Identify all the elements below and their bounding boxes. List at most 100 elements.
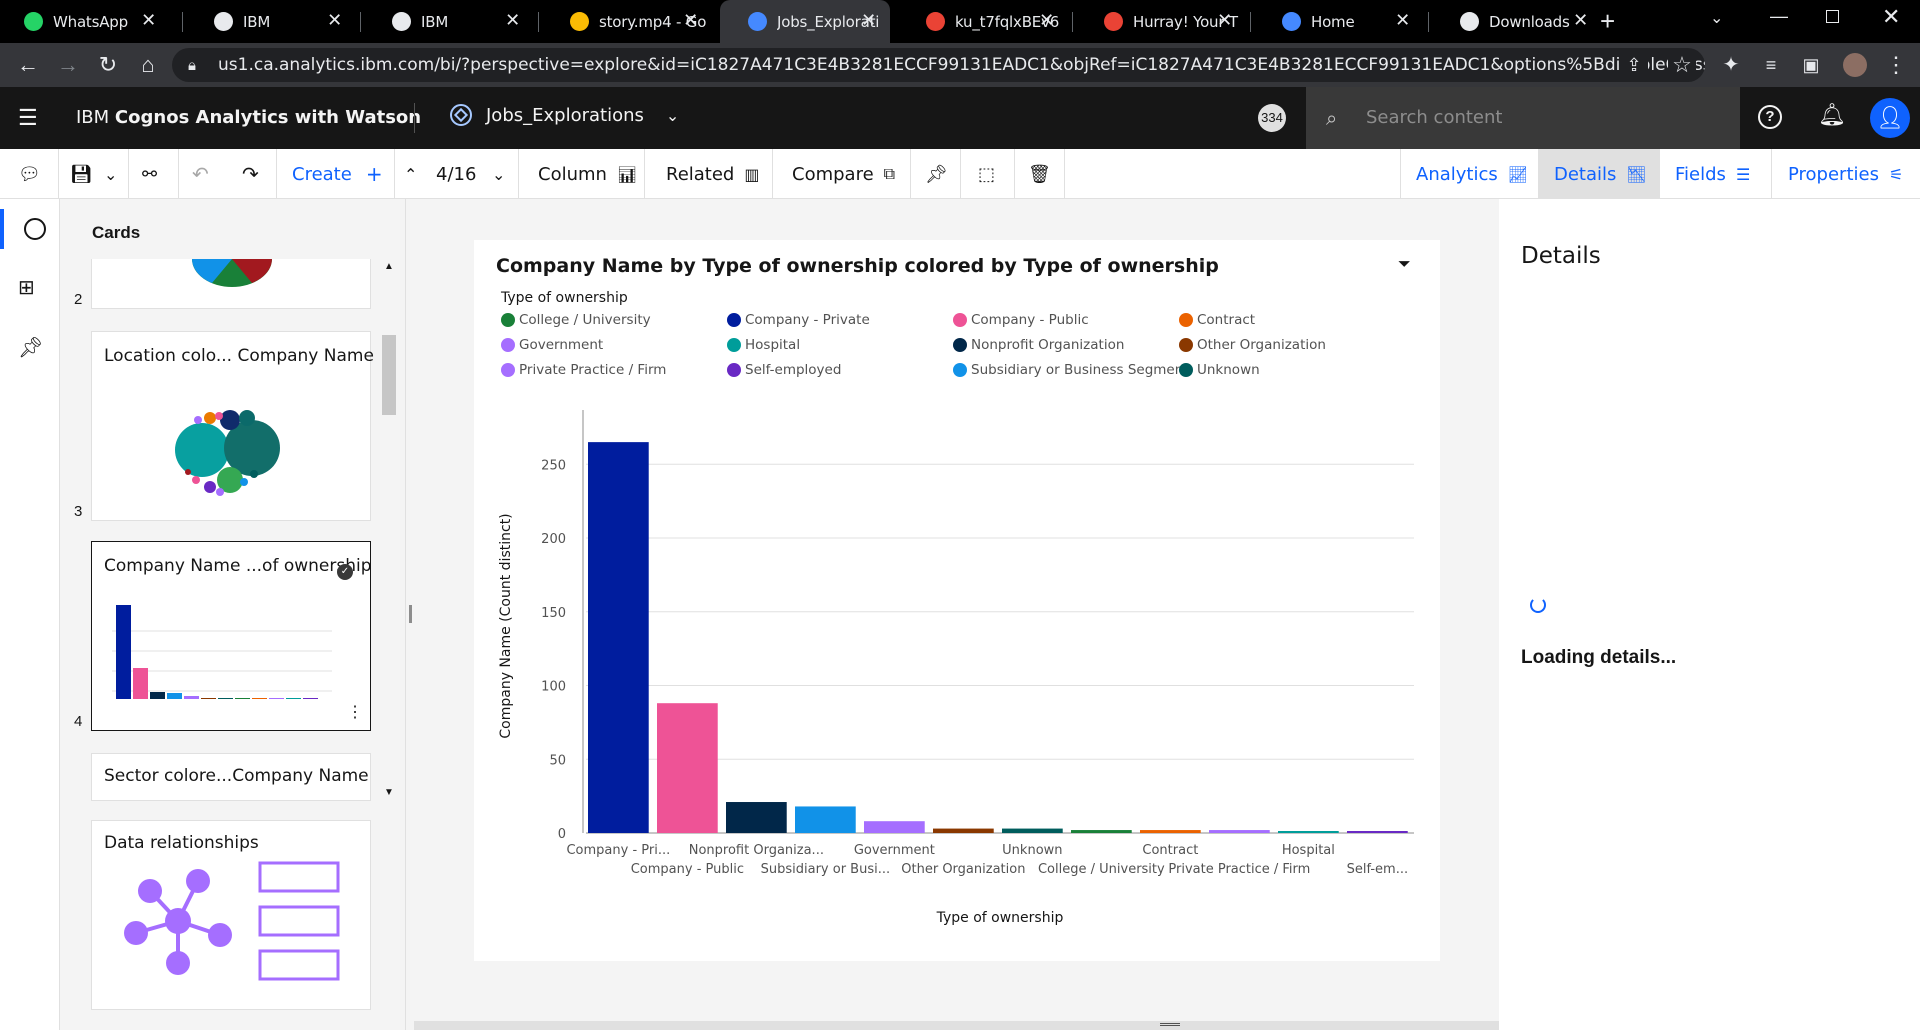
browser-tab[interactable]: story.mp4 - Go ✕ — [542, 0, 712, 43]
close-tab-icon[interactable]: ✕ — [1573, 10, 1588, 31]
bar[interactable] — [657, 703, 718, 833]
tab-separator — [1250, 12, 1251, 32]
bar[interactable] — [1140, 830, 1201, 833]
save-icon[interactable]: 💾︎ — [70, 149, 93, 199]
browser-tab[interactable]: ku_t7fqlxBEv6 ✕ — [898, 0, 1068, 43]
bar[interactable] — [933, 828, 994, 833]
close-tab-icon[interactable]: ✕ — [141, 10, 156, 31]
back-icon[interactable]: ← — [14, 52, 42, 78]
browser-tab[interactable]: Jobs_Explorati ✕ — [720, 0, 890, 43]
google-photos-icon — [926, 12, 945, 31]
restore-button[interactable] — [1826, 10, 1839, 23]
bar[interactable] — [1209, 830, 1270, 833]
close-tab-icon[interactable]: ✕ — [683, 10, 698, 31]
tab-properties[interactable]: Properties ⚟ — [1788, 149, 1903, 199]
compare-button[interactable]: Compare ⧉ — [792, 149, 895, 199]
bar[interactable] — [864, 821, 925, 833]
side-panel-icon[interactable]: ▣ — [1797, 52, 1825, 78]
share-network-icon[interactable]: ⚯ — [142, 149, 157, 199]
reload-icon[interactable]: ↻ — [94, 52, 122, 78]
url-input[interactable]: 🔒︎ us1.ca.analytics.ibm.com/bi/?perspect… — [172, 48, 1705, 82]
tab-separator — [1072, 12, 1073, 32]
chevron-down-icon[interactable]: ⌄ — [666, 106, 679, 125]
y-tick-label: 250 — [541, 458, 566, 473]
bar[interactable] — [1347, 831, 1408, 833]
rail-hierarchy-icon[interactable]: ⊞ — [18, 275, 35, 300]
rail-pin-icon[interactable]: 📌︎ — [18, 335, 43, 360]
cards-scrollbar[interactable]: ▲ ▼ — [382, 261, 396, 801]
trash-icon[interactable]: 🗑︎ — [1028, 149, 1051, 199]
bar[interactable] — [1278, 831, 1339, 833]
profile-avatar[interactable] — [1843, 53, 1867, 77]
create-button[interactable]: Create + — [292, 149, 383, 199]
chevron-up-icon[interactable]: ⌃ — [404, 149, 417, 199]
minimize-button[interactable]: — — [1770, 6, 1788, 27]
home-icon[interactable]: ⌂ — [134, 52, 162, 78]
chart-card[interactable]: Company Name by Type of ownership colore… — [474, 240, 1440, 961]
redo-icon[interactable]: ↷ — [242, 149, 259, 199]
card-thumbnail[interactable]: Sector colore...Company Name — [91, 753, 371, 801]
scroll-up-icon[interactable]: ▲ — [384, 261, 394, 272]
card-thumbnail[interactable] — [91, 259, 371, 309]
new-tab-button[interactable]: + — [1600, 6, 1615, 37]
tab-fields[interactable]: Fields ☰ — [1675, 149, 1750, 199]
exploration-switcher[interactable]: Jobs_Explorations ⌄ — [450, 104, 679, 126]
x-tick-label: Government — [854, 843, 935, 858]
card-thumbnail[interactable]: Location colo... Company Name — [91, 331, 374, 521]
exploration-name: Jobs_Explorations — [486, 104, 644, 126]
bookmark-star-icon[interactable]: ☆ — [1668, 52, 1696, 78]
comment-icon[interactable]: 💬︎ — [18, 149, 41, 199]
share-icon[interactable]: ⇪ — [1620, 52, 1648, 78]
browser-tab[interactable]: IBM ✕ — [186, 0, 356, 43]
extensions-icon[interactable]: ✦ — [1717, 52, 1745, 78]
panel-splitter[interactable] — [405, 199, 414, 1030]
browser-tab[interactable]: Downloads ✕ — [1432, 0, 1602, 43]
close-window-button[interactable]: ✕ — [1882, 4, 1900, 30]
help-icon[interactable]: ? — [1758, 105, 1782, 129]
forward-icon[interactable]: → — [54, 52, 82, 78]
scroll-thumb[interactable] — [382, 335, 396, 415]
tab-search-icon[interactable]: ⌄ — [1710, 8, 1723, 28]
hamburger-menu-icon[interactable]: ☰ — [18, 105, 38, 131]
card-overflow-menu-icon[interactable]: ⋮ — [347, 702, 363, 722]
user-avatar-icon[interactable]: 👤︎ — [1870, 98, 1910, 138]
browser-tab[interactable]: WhatsApp ✕ — [0, 0, 170, 43]
bar[interactable] — [1071, 830, 1132, 833]
close-tab-icon[interactable]: ✕ — [505, 10, 520, 31]
focus-icon[interactable]: ⬚ — [978, 149, 995, 199]
tab-analytics[interactable]: Analytics 📈︎ — [1416, 149, 1528, 199]
bar[interactable] — [726, 802, 787, 833]
tab-separator — [182, 12, 183, 32]
bottom-resize-handle[interactable] — [414, 1021, 1499, 1030]
close-tab-icon[interactable]: ✕ — [1217, 10, 1232, 31]
browser-tab[interactable]: Hurray! Your T ✕ — [1076, 0, 1246, 43]
search-input[interactable]: ⌕ Search content — [1306, 87, 1740, 149]
data-relationships-card[interactable]: Data relationships — [91, 820, 371, 1010]
undo-icon[interactable]: ↶ — [192, 149, 209, 199]
close-tab-icon[interactable]: ✕ — [1395, 10, 1410, 31]
x-axis-title: Type of ownership — [936, 910, 1064, 926]
chevron-down-icon[interactable]: ⌄ — [492, 149, 505, 199]
y-tick-label: 50 — [549, 753, 566, 768]
toolbar-divider — [910, 149, 911, 199]
card-thumbnail-selected[interactable]: Company Name ...of ownership ✓ ⋮ — [91, 541, 372, 731]
browser-menu-icon[interactable]: ⋮ — [1882, 52, 1910, 78]
close-tab-icon[interactable]: ✕ — [327, 10, 342, 31]
related-button[interactable]: Related ▥ — [666, 149, 760, 199]
browser-tab[interactable]: Home ✕ — [1254, 0, 1424, 43]
bar[interactable] — [795, 806, 856, 833]
tab-details[interactable]: Details 📉︎ — [1538, 149, 1659, 199]
media-icon[interactable]: ≡ — [1757, 52, 1785, 78]
bar[interactable] — [588, 442, 649, 833]
save-chevron-icon[interactable]: ⌄ — [104, 149, 117, 199]
close-tab-icon[interactable]: ✕ — [1039, 10, 1054, 31]
close-tab-icon[interactable]: ✕ — [861, 10, 876, 31]
rail-cards-button[interactable] — [0, 209, 60, 249]
scroll-down-icon[interactable]: ▼ — [384, 787, 394, 798]
visualization-type-button[interactable]: Column 📊︎ — [538, 149, 637, 199]
bar[interactable] — [1002, 828, 1063, 833]
pin-icon[interactable]: 📌︎ — [925, 149, 948, 199]
toolbar-divider — [1014, 149, 1015, 199]
browser-tab[interactable]: IBM ✕ — [364, 0, 534, 43]
bell-icon[interactable]: 🔔︎ — [1818, 102, 1846, 128]
